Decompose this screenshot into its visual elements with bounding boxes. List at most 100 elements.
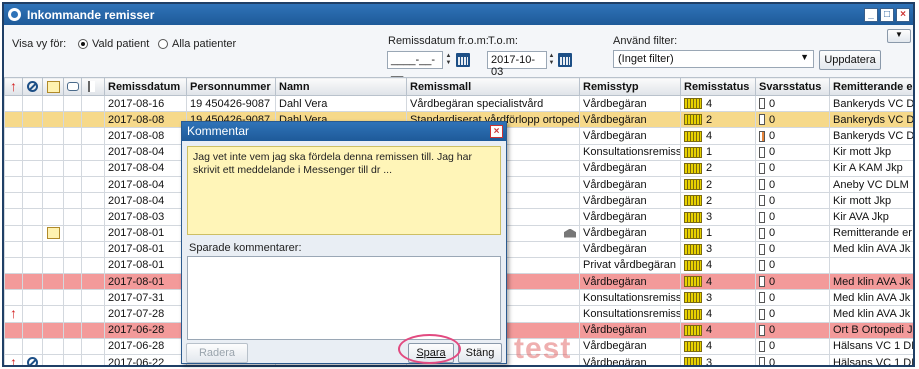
row-status: 3 bbox=[680, 353, 756, 365]
radio-selected-patient-label[interactable]: Vald patient bbox=[92, 38, 149, 50]
row-type: Vårdbegäran bbox=[579, 321, 681, 339]
delete-button[interactable]: Radera bbox=[186, 343, 248, 363]
row-date: 2017-08-01 bbox=[104, 273, 187, 291]
no-entry-icon bbox=[27, 81, 38, 93]
column-header-personnummer[interactable]: Personnummer bbox=[186, 77, 276, 96]
date-to-spinner[interactable]: ▲ ▼ bbox=[548, 53, 555, 67]
priority-column-header[interactable]: ↑ bbox=[4, 77, 23, 96]
row-status: 4 bbox=[680, 127, 756, 145]
column-header-referrer[interactable]: Remitterande en bbox=[829, 77, 913, 96]
row-answer-status: 0 bbox=[755, 337, 830, 356]
answer-value: 0 bbox=[769, 178, 776, 191]
calendar-icon[interactable] bbox=[558, 53, 572, 67]
icon-cell bbox=[81, 256, 105, 275]
answer-value: 0 bbox=[769, 340, 776, 353]
calendar-icon[interactable] bbox=[456, 53, 470, 67]
dialog-close-icon[interactable]: × bbox=[490, 125, 503, 138]
update-button[interactable]: Uppdatera bbox=[819, 50, 881, 70]
answer-bar-icon bbox=[759, 308, 765, 320]
column-header-date[interactable]: Remissdatum bbox=[104, 77, 187, 96]
icon-cell bbox=[81, 305, 105, 323]
filter-select[interactable]: (Inget filter) ▼ bbox=[613, 50, 814, 68]
row-referrer: Bankeryds VC DL bbox=[829, 94, 913, 113]
icon-cell bbox=[22, 94, 43, 113]
icon-cell: ↑ bbox=[4, 353, 23, 365]
close-button[interactable]: Stäng bbox=[458, 343, 502, 363]
icon-cell bbox=[42, 240, 64, 258]
comment-textarea[interactable]: Jag vet inte vem jag ska fördela denna r… bbox=[187, 146, 501, 235]
maximize-icon[interactable]: □ bbox=[880, 7, 894, 22]
icon-cell bbox=[22, 224, 43, 242]
icon-cell: ↑ bbox=[4, 305, 23, 323]
answer-value: 0 bbox=[769, 129, 776, 142]
icon-cell bbox=[4, 240, 23, 258]
row-referrer: Bankeryds VC D bbox=[829, 111, 913, 129]
row-answer-status: 0 bbox=[755, 289, 830, 307]
date-from-field[interactable]: ____-__-__ bbox=[387, 51, 443, 78]
row-status: 4 bbox=[680, 321, 756, 339]
message-column-header[interactable] bbox=[63, 77, 82, 96]
column-header-name[interactable]: Namn bbox=[275, 77, 407, 96]
row-referrer: Med klin AVA Jk bbox=[829, 289, 913, 307]
row-date: 2017-08-01 bbox=[104, 256, 187, 275]
status-value: 3 bbox=[706, 210, 713, 223]
row-answer-status: 0 bbox=[755, 143, 830, 161]
house-icon[interactable] bbox=[564, 228, 576, 238]
no-entry-icon bbox=[27, 357, 38, 365]
answer-value: 0 bbox=[769, 113, 776, 126]
radio-all-patients-label[interactable]: Alla patienter bbox=[172, 38, 236, 50]
flag-column-header[interactable] bbox=[81, 77, 105, 96]
row-answer-status: 0 bbox=[755, 305, 830, 323]
column-header-type[interactable]: Remisstyp bbox=[579, 77, 681, 96]
app-icon bbox=[8, 8, 21, 21]
status-bar-icon bbox=[684, 243, 702, 255]
test-watermark: test bbox=[514, 332, 572, 365]
icon-cell bbox=[63, 321, 82, 339]
status-value: 2 bbox=[706, 113, 713, 126]
row-type: Vårdbegäran bbox=[579, 273, 681, 291]
icon-cell bbox=[42, 192, 64, 210]
icon-cell bbox=[42, 305, 64, 323]
collapse-toggle[interactable]: ▼ bbox=[887, 29, 911, 43]
answer-bar-icon bbox=[759, 341, 765, 352]
arrow-up-icon: ↑ bbox=[10, 77, 17, 94]
row-type: Vårdbegäran bbox=[579, 208, 681, 226]
radio-all-patients[interactable] bbox=[158, 39, 168, 49]
table-row[interactable]: 2017-08-16 19 450426-9087 Dahl Vera Vårdbeg… bbox=[4, 94, 913, 113]
answer-value: 0 bbox=[769, 291, 776, 304]
icon-cell bbox=[81, 111, 105, 129]
column-header-answer-status[interactable]: Svarsstatus bbox=[755, 77, 830, 96]
row-status: 3 bbox=[680, 240, 756, 258]
row-type: Konsultationsremiss bbox=[579, 143, 681, 161]
note-column-header[interactable] bbox=[42, 77, 64, 96]
row-status: 4 bbox=[680, 256, 756, 275]
icon-cell bbox=[42, 143, 64, 161]
column-header-status[interactable]: Remisstatus bbox=[680, 77, 756, 96]
icon-cell bbox=[81, 127, 105, 145]
date-from-spinner[interactable]: ▲ ▼ bbox=[445, 53, 452, 67]
status-value: 2 bbox=[706, 162, 713, 175]
save-button-highlight bbox=[398, 334, 461, 364]
icon-cell bbox=[4, 143, 23, 161]
minimize-icon[interactable]: _ bbox=[864, 7, 878, 22]
icon-cell bbox=[22, 143, 43, 161]
icon-cell bbox=[4, 289, 23, 307]
blocked-column-header[interactable] bbox=[22, 77, 43, 96]
chevron-down-icon: ▼ bbox=[800, 52, 809, 62]
status-value: 3 bbox=[706, 243, 713, 256]
row-type: Vårdbegäran bbox=[579, 337, 681, 356]
filter-bar: Visa vy för: Vald patient Alla patienter… bbox=[4, 25, 913, 78]
saved-comments-list[interactable] bbox=[187, 256, 501, 340]
answer-value: 0 bbox=[769, 194, 776, 207]
row-answer-status: 0 bbox=[755, 127, 830, 145]
comment-dialog: Kommentar × Jag vet inte vem jag ska för… bbox=[181, 121, 507, 364]
close-icon[interactable]: × bbox=[896, 7, 910, 22]
icon-cell bbox=[63, 289, 82, 307]
table-header: ↑ Remissdatum Personnummer Namn Remissma… bbox=[4, 77, 913, 96]
date-to-field[interactable]: 2017-10-03 bbox=[487, 51, 547, 78]
row-type: Vårdbegäran bbox=[579, 94, 681, 113]
row-status: 4 bbox=[680, 337, 756, 356]
icon-cell bbox=[63, 159, 82, 177]
column-header-template[interactable]: Remissmall bbox=[406, 77, 580, 96]
radio-selected-patient[interactable] bbox=[78, 39, 88, 49]
